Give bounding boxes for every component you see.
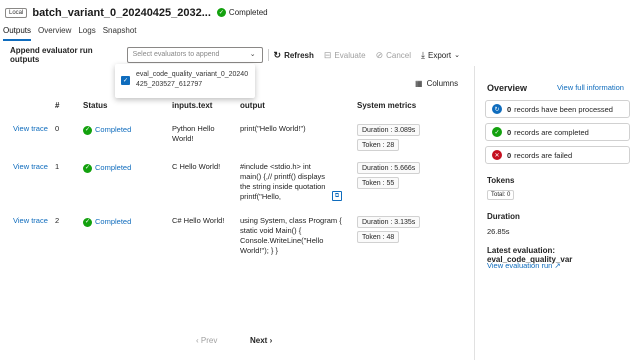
tokens-total: Total: 0 — [487, 190, 515, 200]
cancel-button[interactable]: ⊘ Cancel — [376, 50, 411, 61]
export-label: Export — [428, 50, 452, 60]
evaluator-option[interactable]: eval_code_quality_variant_0_20240425_203… — [136, 70, 249, 92]
chevron-down-icon: ⌄ — [454, 52, 460, 59]
refresh-icon: ↻ — [273, 49, 282, 60]
row-index: 0 — [55, 124, 60, 133]
next-page-button[interactable]: Next › — [250, 336, 272, 345]
local-badge: Local — [5, 7, 28, 18]
progress-icon: ↻ — [492, 104, 502, 114]
view-full-info-link[interactable]: View full information — [557, 83, 624, 92]
next-label: Next — [250, 336, 268, 345]
header-input: inputs.text — [172, 101, 213, 110]
token-badge: Token : 55 — [357, 177, 400, 189]
check-circle-icon: ✓ — [216, 8, 226, 17]
row-output: print("Hello World!") — [240, 124, 306, 133]
run-status: ✓ Completed — [216, 8, 268, 17]
row-input: C# Hello World! — [172, 216, 225, 225]
panel-divider — [474, 66, 475, 360]
row-input: C Hello World! — [172, 162, 221, 171]
checkbox-checked-icon[interactable]: ✓ — [121, 76, 130, 85]
row-output: #include <stdio.h> int main() {,// print… — [240, 162, 326, 201]
error-circle-icon: ✕ — [492, 150, 502, 160]
row-input: Python Hello World! — [172, 124, 215, 143]
row-status-label: Completed — [95, 125, 132, 134]
evaluate-label: Evaluate — [334, 50, 366, 60]
row-index: 2 — [55, 216, 60, 225]
header-output: output — [240, 101, 265, 110]
title-bar: Local batch_variant_0_20240425_2032... ✓… — [0, 0, 640, 25]
row-status: ✓ Completed — [83, 125, 131, 135]
view-trace-link[interactable]: View trace — [13, 124, 48, 134]
processed-text: records have been processed — [514, 104, 613, 114]
prev-page-button[interactable]: ‹ Prev — [196, 336, 217, 345]
evaluator-select[interactable]: Select evaluators to append ⌄ — [126, 47, 263, 63]
token-badge: Token : 48 — [357, 231, 400, 243]
evaluator-dropdown: ✓ eval_code_quality_variant_0_20240425_2… — [115, 64, 255, 98]
row-index: 1 — [55, 162, 60, 171]
overview-title: Overview — [487, 83, 528, 93]
tab-bar: Outputs Overview Logs Snapshot — [0, 26, 141, 41]
refresh-button[interactable]: ↻ Refresh — [274, 50, 314, 61]
copy-icon[interactable]: ⧉ — [332, 191, 342, 201]
header-index: # — [55, 101, 60, 110]
token-badge: Token : 28 — [357, 139, 400, 151]
chevron-down-icon: ⌄ — [249, 51, 256, 58]
duration-label: Duration — [487, 212, 520, 221]
tab-overview[interactable]: Overview — [38, 26, 71, 41]
check-circle-icon: ✓ — [492, 127, 502, 137]
completed-card: ✓ 0 records are completed — [485, 123, 630, 141]
tab-snapshot[interactable]: Snapshot — [103, 26, 137, 41]
open-external-icon: ↗ — [554, 261, 561, 270]
cancel-icon: ⊘ — [375, 49, 384, 60]
tab-outputs[interactable]: Outputs — [3, 26, 32, 41]
columns-label: Columns — [426, 79, 459, 88]
cancel-label: Cancel — [386, 50, 412, 60]
toolbar-divider — [267, 49, 269, 61]
duration-value: 26.85s — [487, 227, 510, 236]
failed-text: records are failed — [514, 150, 573, 160]
header-status: Status — [83, 101, 108, 110]
duration-badge: Duration : 5.666s — [357, 162, 421, 174]
row-status: ✓ Completed — [83, 163, 131, 173]
run-title: batch_variant_0_20240425_2032... — [32, 6, 211, 19]
completed-count: 0 — [507, 127, 512, 137]
check-circle-icon: ✓ — [83, 163, 92, 173]
evaluator-select-placeholder: Select evaluators to append — [132, 51, 220, 58]
evaluation-run-label: View evaluation run — [487, 261, 553, 270]
check-circle-icon: ✓ — [83, 125, 92, 135]
check-circle-icon: ✓ — [83, 217, 92, 227]
prev-label: Prev — [200, 336, 218, 345]
run-status-label: Completed — [228, 8, 268, 17]
failed-count: 0 — [507, 150, 512, 160]
row-status-label: Completed — [95, 217, 132, 226]
duration-badge: Duration : 3.089s — [357, 124, 421, 136]
export-button[interactable]: ⤓ Export ⌄ — [421, 50, 460, 61]
columns-icon: ▦ — [415, 79, 423, 88]
tokens-label: Tokens — [487, 176, 515, 185]
view-trace-link[interactable]: View trace — [13, 162, 48, 172]
row-status-label: Completed — [95, 163, 132, 172]
append-label: Append evaluator run outputs — [10, 46, 93, 64]
processed-count: 0 — [507, 104, 512, 114]
completed-text: records are completed — [514, 127, 589, 137]
columns-button[interactable]: ▦ Columns — [415, 79, 458, 88]
evaluate-button[interactable]: ⊟ Evaluate — [324, 50, 366, 61]
row-status: ✓ Completed — [83, 217, 131, 227]
header-system-metrics: System metrics — [357, 101, 417, 110]
view-evaluation-run-link[interactable]: View evaluation run ↗ — [487, 261, 561, 270]
processed-card: ↻ 0 records have been processed — [485, 100, 630, 118]
view-trace-link[interactable]: View trace — [13, 216, 48, 226]
refresh-label: Refresh — [284, 50, 314, 60]
tab-logs[interactable]: Logs — [78, 26, 95, 41]
evaluate-icon: ⊟ — [323, 49, 332, 60]
download-icon: ⤓ — [421, 49, 425, 60]
failed-card: ✕ 0 records are failed — [485, 146, 630, 164]
toolbar: Append evaluator run outputs Select eval… — [0, 44, 470, 66]
duration-badge: Duration : 3.135s — [357, 216, 421, 228]
row-output: using System, class Program { static voi… — [240, 216, 342, 255]
